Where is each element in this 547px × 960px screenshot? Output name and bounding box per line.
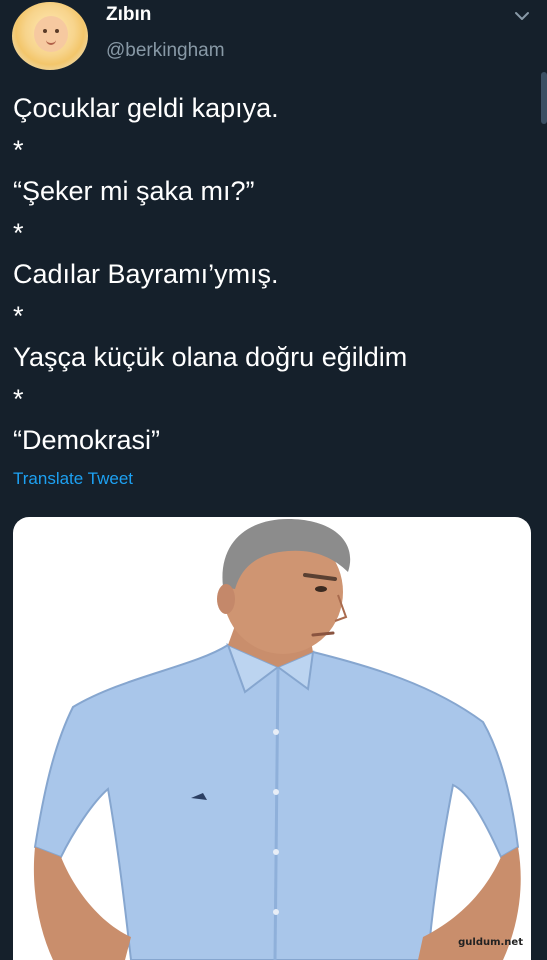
tweet-text-line: Çocuklar geldi kapıya. — [13, 93, 279, 123]
tweet-text: Çocuklar geldi kapıya. * “Şeker mi şaka … — [13, 88, 533, 462]
tweet-text-line: * — [13, 134, 24, 165]
tweet-text-line: * — [13, 300, 24, 331]
tweet-text-line: “Şeker mi şaka mı?” — [13, 176, 255, 206]
avatar-face — [34, 16, 68, 52]
man-in-blue-shirt-illustration — [33, 519, 521, 960]
avatar[interactable] — [12, 2, 88, 70]
chevron-down-icon[interactable] — [510, 6, 534, 26]
avatar-mouth — [46, 38, 56, 45]
avatar-eye-right — [55, 29, 59, 33]
tweet-media-image[interactable]: guldum.net — [13, 517, 531, 960]
author-handle[interactable]: @berkingham — [106, 40, 225, 62]
tweet-text-line: “Demokrasi” — [13, 425, 161, 455]
tweet-text-line: Yaşça küçük olana doğru eğildim — [13, 342, 408, 372]
tweet-text-line: * — [13, 217, 24, 248]
author-display-name[interactable]: Zıbın — [106, 4, 151, 26]
media-watermark: guldum.net — [458, 937, 523, 948]
translate-tweet-link[interactable]: Translate Tweet — [13, 469, 133, 489]
tweet-text-line: * — [13, 383, 24, 414]
scrollbar-thumb[interactable] — [541, 72, 547, 124]
tweet-card: Zıbın @berkingham Çocuklar geldi kapıya.… — [0, 0, 547, 960]
tweet-text-line: Cadılar Bayramı’ymış. — [13, 259, 279, 289]
avatar-eye-left — [43, 29, 47, 33]
